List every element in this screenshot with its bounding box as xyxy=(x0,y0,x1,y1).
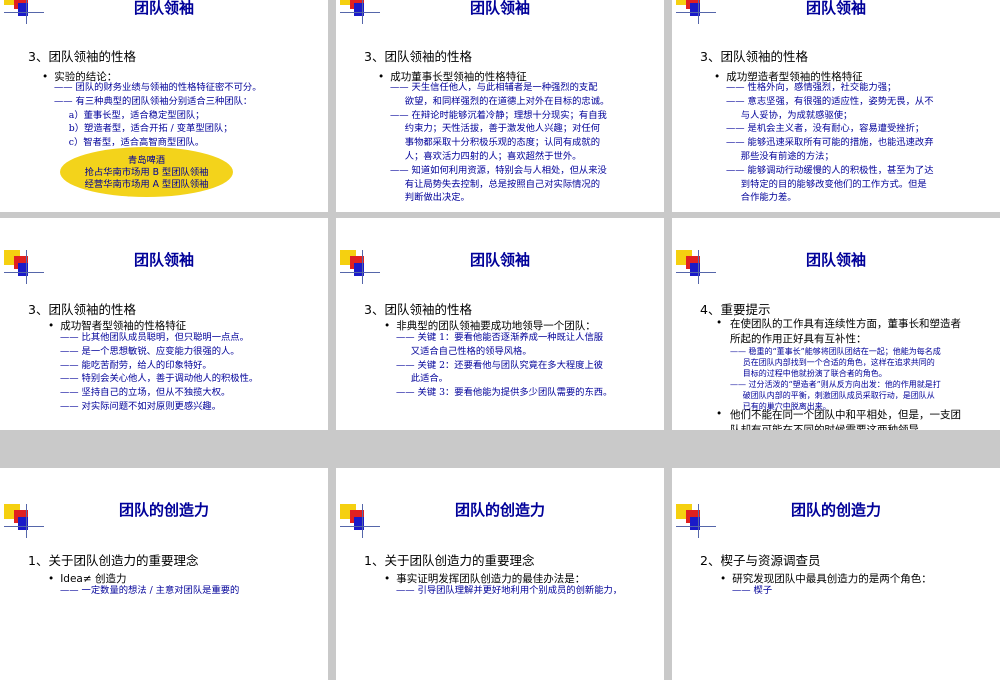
slide-9[interactable]: 团队的创造力 2、楔子与资源调查员 • 研究发现团队中最具创造力的是两个角色： —… xyxy=(672,468,1000,680)
bullet-icon: • xyxy=(384,320,391,332)
slide-4[interactable]: 团队领袖 3、团队领袖的性格 • 成功智者型领袖的性格特征 —— 比其他团队成员聪… xyxy=(0,218,328,430)
detail-lines: —— 引导团队理解并更好地利用个别成员的创新能力， xyxy=(396,585,623,596)
bullet-icon: • xyxy=(48,320,55,332)
detail-lines: —— 楔子 xyxy=(732,585,773,596)
ellipse-text: 青岛啤酒 抢占华南市场用 B 型团队领袖 经营华南市场用 A 型团队领袖 xyxy=(84,155,209,190)
slide-heading: 3、团队领袖的性格 xyxy=(700,49,808,64)
slide-1[interactable]: 团队领袖 3、团队领袖的性格 • 实验的结论： —— 团队的财务业绩与领袖的性格特… xyxy=(0,0,328,212)
slide-title: 团队的创造力 xyxy=(118,501,209,519)
detail-lines: —— 比其他团队成员聪明，但只聪明一点点。 —— 是一个思想敏锐、应变能力很强的… xyxy=(60,332,259,412)
slide-7[interactable]: 团队的创造力 1、关于团队创造力的重要理念 • Idea≠ 创造力 —— 一定数量… xyxy=(0,468,328,680)
slide-heading: 1、关于团队创造力的重要理念 xyxy=(364,553,535,568)
slide-heading: 4、重要提示 xyxy=(700,302,771,317)
detail-lines: —— 团队的财务业绩与领袖的性格特征密不可分。 —— 有三种典型的团队领袖分别适… xyxy=(54,82,262,149)
slide-8[interactable]: 团队的创造力 1、关于团队创造力的重要理念 • 事实证明发挥团队创造力的最佳办法是… xyxy=(336,468,664,680)
slide-6[interactable]: 团队领袖 4、重要提示 • 在使团队的工作具有连续性方面，董事长和塑造者 所起的… xyxy=(672,218,1000,430)
detail-lines: —— 一定数量的想法 / 主意对团队是重要的 xyxy=(60,585,240,596)
detail-lines: —— 稳重的“董事长”能够将团队团结在一起；他能为每名成 员在团队内部找到一个合… xyxy=(730,347,941,411)
slide-heading: 3、团队领袖的性格 xyxy=(364,49,472,64)
bullet-icon: • xyxy=(716,317,723,329)
slide-title: 团队领袖 xyxy=(469,251,530,269)
detail-lines: —— 天生信任他人，与此相辅者是一种强烈的支配 欲望，和同样强烈的在道德上对外在… xyxy=(390,82,610,204)
slide-title: 团队领袖 xyxy=(133,251,194,269)
slide-heading: 1、关于团队创造力的重要理念 xyxy=(28,553,199,568)
slide-title: 团队的创造力 xyxy=(790,501,881,519)
detail-lines: —— 性格外向，感情强烈，社交能力强； —— 意志坚强，有很强的适应性，姿势无畏… xyxy=(726,82,934,204)
bullet-icon: • xyxy=(48,573,55,585)
bullet-icon: • xyxy=(42,71,49,83)
highlight-ellipse: 青岛啤酒 抢占华南市场用 B 型团队领袖 经营华南市场用 A 型团队领袖 xyxy=(60,147,233,197)
slide-title: 团队领袖 xyxy=(805,251,866,269)
slide-title: 团队的创造力 xyxy=(454,501,545,519)
slide-title: 团队领袖 xyxy=(469,0,530,17)
slide-heading: 2、楔子与资源调查员 xyxy=(700,553,821,568)
slide-2[interactable]: 团队领袖 3、团队领袖的性格 • 成功董事长型领袖的性格特征 —— 天生信任他人，… xyxy=(336,0,664,212)
slide-title: 团队领袖 xyxy=(133,0,194,17)
slide-3[interactable]: 团队领袖 3、团队领袖的性格 • 成功塑造者型领袖的性格特征 —— 性格外向，感情… xyxy=(672,0,1000,212)
slide-heading: 3、团队领袖的性格 xyxy=(28,49,136,64)
bullet-icon: • xyxy=(720,573,727,585)
slide-title: 团队领袖 xyxy=(805,0,866,17)
bullet-icon: • xyxy=(378,71,385,83)
detail-lines: —— 关键 1：要看他能否逐渐养成一种既让人信服 又适合自己性格的领导风格。 —… xyxy=(396,332,613,399)
slide-5[interactable]: 团队领袖 3、团队领袖的性格 • 非典型的团队领袖要成功地领导一个团队： —— 关… xyxy=(336,218,664,430)
bullet-icon: • xyxy=(384,573,391,585)
bullet-icon: • xyxy=(714,71,721,83)
slide-heading: 3、团队领袖的性格 xyxy=(364,302,472,317)
slide-heading: 3、团队领袖的性格 xyxy=(28,302,136,317)
bullet-icon: • xyxy=(716,408,723,420)
